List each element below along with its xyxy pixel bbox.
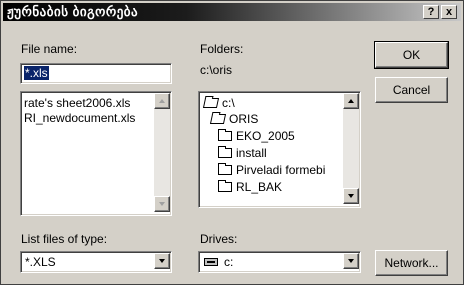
scroll-down-button[interactable] <box>154 196 170 212</box>
chevron-down-icon <box>348 259 354 263</box>
arrow-up-icon <box>159 99 165 103</box>
dropdown-button[interactable] <box>343 253 359 269</box>
arrow-up-icon <box>348 99 354 103</box>
folder-item[interactable]: RL_BAK <box>218 180 282 194</box>
current-path: c:\oris <box>200 63 233 77</box>
folder-tree[interactable]: c:\ ORIS EKO_2005 install Pirveladi form… <box>198 91 361 208</box>
folder-icon <box>218 180 232 192</box>
network-button[interactable]: Network... <box>375 250 448 276</box>
folder-item[interactable]: Pirveladi formebi <box>218 163 325 177</box>
drives-label: Drives: <box>200 232 238 246</box>
folder-icon <box>218 146 232 158</box>
arrow-down-icon <box>348 194 354 198</box>
folder-tree-scrollbar[interactable] <box>343 93 359 204</box>
scroll-up-button[interactable] <box>154 93 170 109</box>
title-bar[interactable]: ჟურნაბის ბიგორება ? x <box>3 3 461 21</box>
open-folder-icon <box>202 98 220 108</box>
ok-button[interactable]: OK <box>374 41 449 69</box>
file-name-input[interactable]: *.xls <box>20 63 172 84</box>
list-item[interactable]: RI_newdocument.xls <box>24 111 135 125</box>
close-button[interactable]: x <box>441 5 457 19</box>
help-button[interactable]: ? <box>423 5 439 19</box>
open-folder-icon <box>209 114 227 124</box>
folder-item[interactable]: EKO_2005 <box>218 129 295 143</box>
drive-value: c: <box>204 255 233 269</box>
file-type-label: List files of type: <box>21 232 108 246</box>
scroll-down-button[interactable] <box>343 188 359 204</box>
file-name-value: *.xls <box>24 66 49 80</box>
file-name-label: File name: <box>21 42 78 56</box>
file-type-select[interactable]: *.XLS <box>20 251 172 273</box>
chevron-down-icon <box>159 259 165 263</box>
cancel-button[interactable]: Cancel <box>375 77 448 103</box>
folder-item[interactable]: c:\ <box>202 96 235 110</box>
dropdown-button[interactable] <box>154 253 170 269</box>
folders-label: Folders: <box>200 42 244 56</box>
drive-icon <box>204 258 218 266</box>
folder-icon <box>218 163 232 175</box>
folder-item[interactable]: ORIS <box>209 112 258 126</box>
list-item[interactable]: rate's sheet2006.xls <box>24 96 130 110</box>
file-list-scrollbar[interactable] <box>154 93 170 212</box>
folder-icon <box>218 129 232 141</box>
arrow-down-icon <box>159 202 165 206</box>
drives-select[interactable]: c: <box>198 251 361 273</box>
file-type-value: *.XLS <box>25 255 56 269</box>
open-file-dialog: ჟურნაბის ბიგორება ? x File name: *.xls r… <box>0 0 464 285</box>
window-title: ჟურნაბის ბიგორება <box>7 4 139 19</box>
file-list[interactable]: rate's sheet2006.xls RI_newdocument.xls <box>20 91 172 216</box>
folder-item[interactable]: install <box>218 146 267 160</box>
scroll-up-button[interactable] <box>343 93 359 109</box>
